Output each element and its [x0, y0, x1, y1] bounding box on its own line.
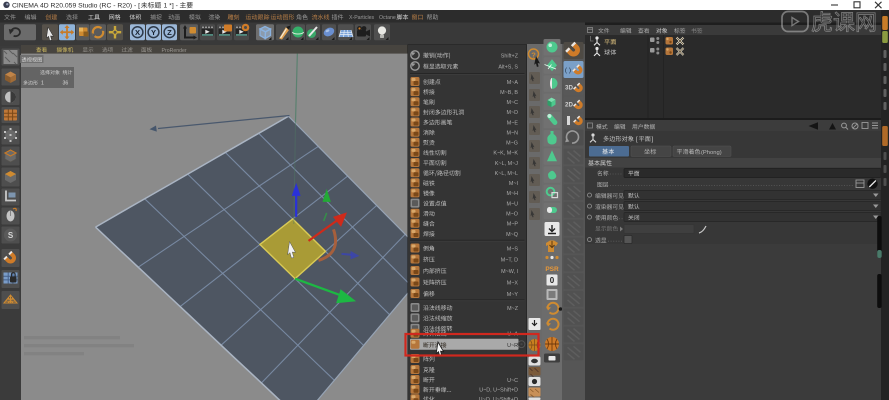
svg-text:36: 36	[63, 81, 69, 87]
svg-text:CINEMA 4D R20.059 Studio (RC -: CINEMA 4D R20.059 Studio (RC - R20) - [	[12, 3, 140, 10]
svg-text:Octane: Octane	[379, 15, 396, 21]
svg-text:M~O: M~O	[506, 212, 518, 218]
svg-text:M~H: M~H	[506, 191, 518, 197]
svg-text:Z: Z	[167, 28, 172, 37]
svg-text:M~A: M~A	[507, 80, 519, 86]
svg-text:M~Q: M~Q	[506, 232, 518, 238]
svg-text:0: 0	[550, 276, 555, 285]
svg-text:PSR: PSR	[545, 266, 559, 273]
svg-text:M~X: M~X	[507, 280, 519, 286]
svg-text:ProRender: ProRender	[162, 48, 187, 54]
svg-text:( ): ( )	[565, 67, 571, 74]
svg-text:M~Y: M~Y	[507, 292, 519, 298]
svg-text:K~L, M~L: K~L, M~L	[495, 171, 518, 177]
svg-text:Shift+Z: Shift+Z	[501, 53, 519, 59]
svg-text:2D: 2D	[565, 102, 573, 109]
svg-text:]: ]	[652, 136, 654, 143]
svg-text:M~N: M~N	[506, 131, 518, 137]
svg-text:U~R: U~R	[507, 343, 518, 349]
svg-text:[: [	[636, 136, 638, 143]
svg-text:M~Z: M~Z	[507, 306, 519, 312]
svg-text:M~C: M~C	[506, 100, 518, 106]
svg-text:M~U: M~U	[506, 201, 518, 207]
svg-text:Alt+S, S: Alt+S, S	[498, 64, 518, 70]
svg-text:X: X	[135, 28, 140, 37]
svg-text:?: ?	[531, 51, 536, 60]
svg-text:M~D: M~D	[506, 110, 518, 116]
svg-text:3D: 3D	[565, 85, 573, 92]
svg-text:(Phong): (Phong)	[701, 150, 722, 156]
svg-text:S: S	[8, 231, 14, 240]
svg-text:M~I: M~I	[509, 181, 518, 187]
svg-text:K~L, M~J: K~L, M~J	[495, 161, 518, 167]
svg-text:X-Particles: X-Particles	[349, 15, 374, 21]
svg-text:M~P: M~P	[507, 222, 519, 228]
svg-text:U~C: U~C	[507, 378, 518, 384]
svg-text:M~G: M~G	[506, 141, 518, 147]
svg-text:M~S: M~S	[507, 246, 519, 252]
svg-text:M~B, B: M~B, B	[500, 90, 518, 96]
svg-text:1: 1	[41, 81, 44, 87]
svg-text:Y: Y	[151, 28, 156, 37]
svg-text:U~D, U~Shift+D: U~D, U~Shift+D	[479, 388, 518, 394]
svg-text:M~E: M~E	[507, 120, 519, 126]
svg-text:K~K, M~K: K~K, M~K	[493, 151, 518, 157]
svg-text:M~T, D: M~T, D	[501, 257, 518, 263]
svg-text:1 *] -: 1 *] -	[164, 3, 178, 10]
svg-text:M~W, I: M~W, I	[501, 269, 518, 275]
